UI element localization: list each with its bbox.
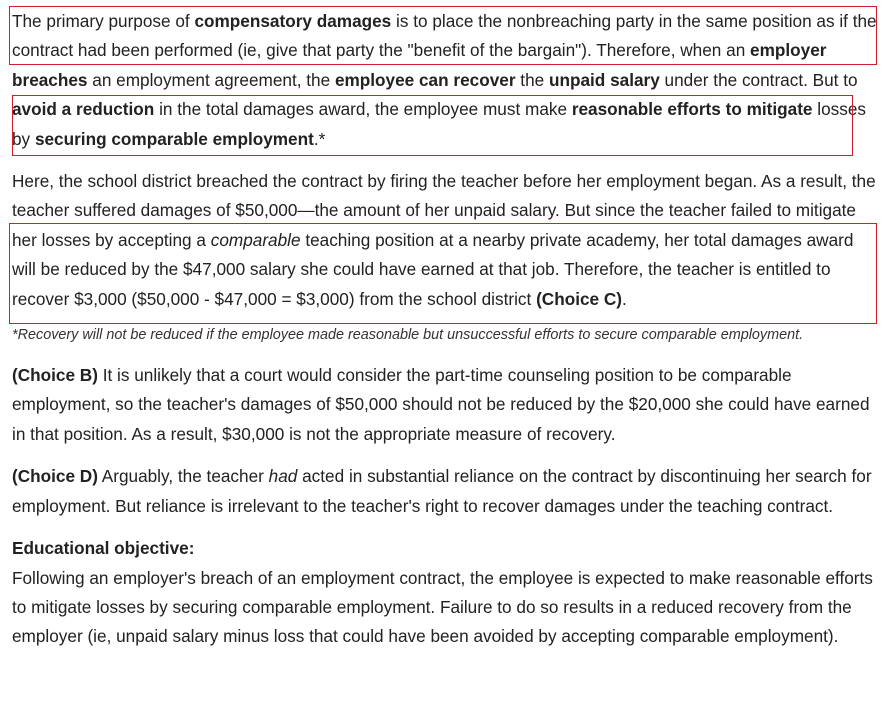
explanation-paragraph-rule: The primary purpose of compensatory dama…	[12, 7, 878, 154]
text-run: in the total damages award, the employee…	[154, 99, 572, 120]
text-run: the	[515, 69, 549, 90]
bold-term: unpaid salary	[548, 69, 660, 90]
bold-term: reasonable efforts to mitigate	[571, 99, 813, 120]
explanation-content: The primary purpose of compensatory dama…	[12, 7, 878, 652]
italic-term: had	[268, 466, 298, 487]
bold-term: securing comparable employment	[34, 128, 314, 149]
bold-term: avoid a reduction	[12, 99, 155, 120]
text-run: Arguably, the teacher	[97, 466, 269, 487]
text-run: .	[622, 288, 627, 309]
choice-label: (Choice B)	[12, 365, 98, 386]
choice-b-explanation: (Choice B) It is unlikely that a court w…	[12, 361, 878, 449]
educational-objective-title: Educational objective:	[12, 538, 195, 559]
correct-choice-label: (Choice C)	[536, 288, 622, 309]
text-run: It is unlikely that a court would consid…	[12, 365, 870, 444]
text-run: an employment agreement, the	[87, 69, 335, 90]
bold-term: compensatory damages	[194, 11, 392, 31]
italic-term: comparable	[210, 229, 301, 250]
text-run: .*	[313, 128, 326, 149]
educational-objective-text: Following an employer's breach of an emp…	[12, 567, 873, 647]
explanation-paragraph-application: Here, the school district breached the c…	[12, 167, 878, 314]
footnote: *Recovery will not be reduced if the emp…	[12, 327, 804, 344]
choice-label: (Choice D)	[12, 466, 98, 487]
choice-d-explanation: (Choice D) Arguably, the teacher had act…	[12, 462, 878, 521]
bold-term: employee can recover	[334, 69, 516, 90]
text-run: under the contract. But to	[659, 69, 858, 90]
text-run: The primary purpose of	[12, 11, 195, 31]
